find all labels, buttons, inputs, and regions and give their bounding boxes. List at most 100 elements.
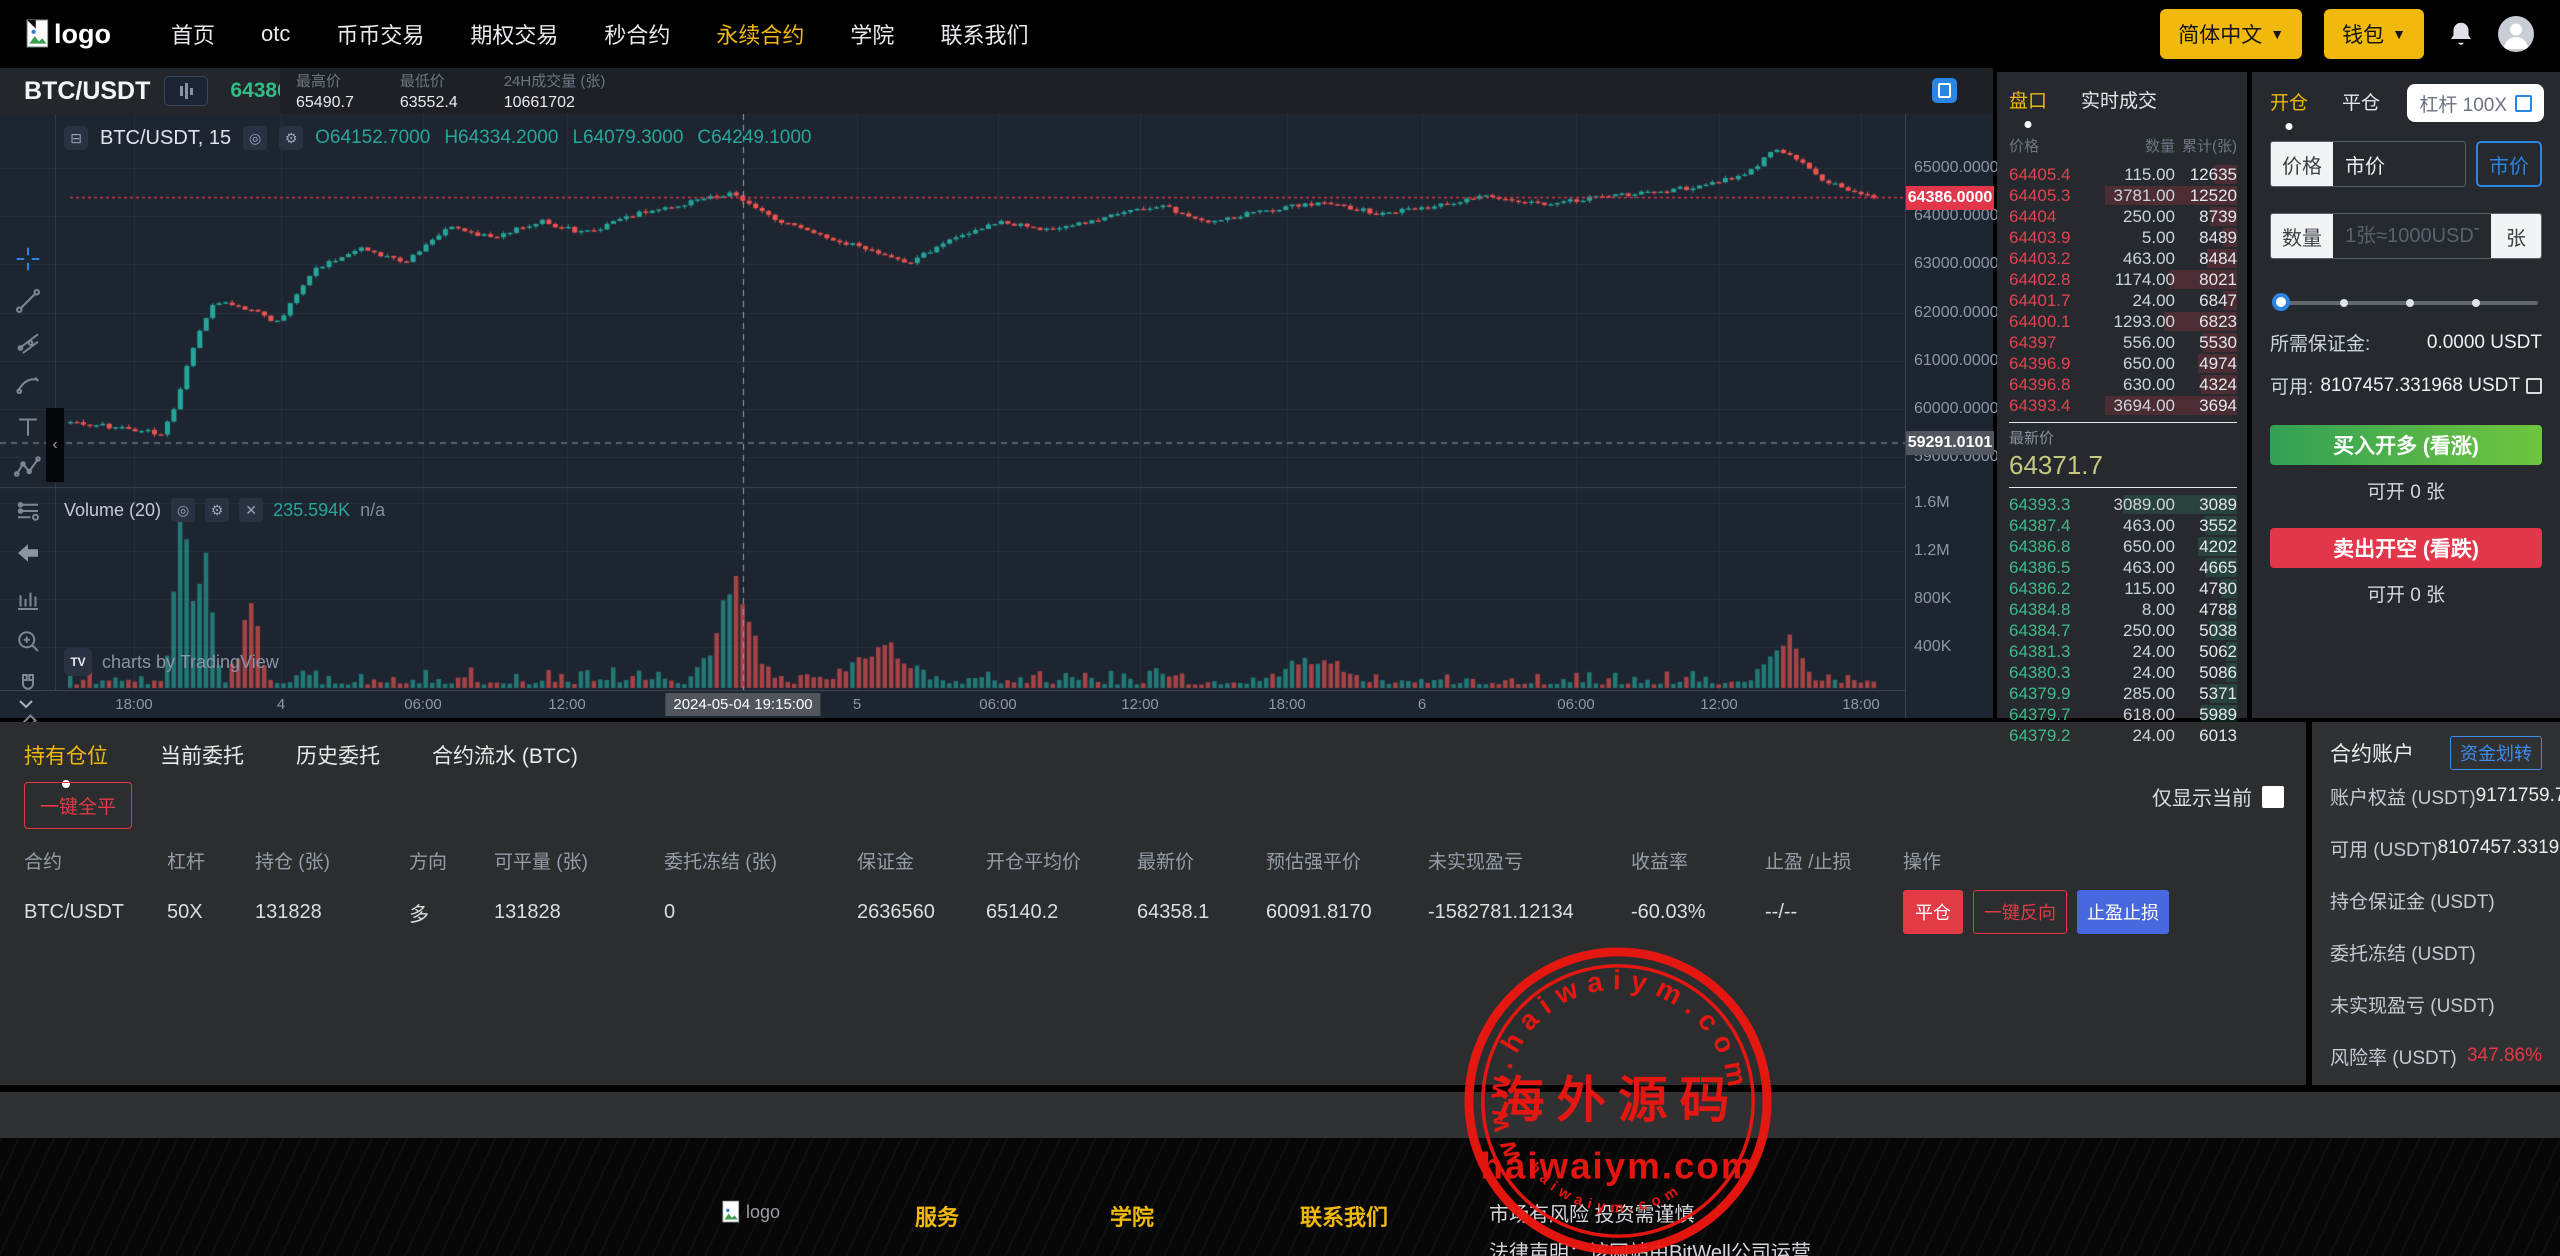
trade-tab[interactable]: 平仓	[2342, 88, 2380, 115]
price-axis-label: 63000.0000	[1914, 255, 1999, 273]
price-axis-label: 61000.0000	[1914, 352, 1999, 370]
show-current-checkbox[interactable]	[2262, 786, 2284, 808]
language-button[interactable]: 简体中文▼	[2160, 9, 2302, 59]
ask-row[interactable]: 64405.4 115.00 12635	[2009, 164, 2237, 185]
xabcd-pattern-tool-icon[interactable]	[13, 454, 43, 484]
bid-row[interactable]: 64379.7 618.00 5989	[2009, 704, 2237, 725]
ask-qty: 250.00	[2099, 207, 2175, 227]
footer-column-heading[interactable]: 学院	[1110, 1200, 1154, 1232]
ask-row[interactable]: 64404 250.00 8739	[2009, 206, 2237, 227]
nav-item[interactable]: 永续合约	[716, 18, 804, 50]
site-logo[interactable]: logo	[26, 19, 111, 50]
nav-item[interactable]: otc	[261, 21, 290, 47]
close-icon[interactable]: ✕	[239, 498, 263, 522]
ask-row[interactable]: 64400.1 1293.00 6823	[2009, 311, 2237, 332]
toolbar-collapse-handle[interactable]: ‹	[46, 408, 64, 482]
ask-row[interactable]: 64393.4 3694.00 3694	[2009, 395, 2237, 416]
ask-row[interactable]: 64402.8 1174.00 8021	[2009, 269, 2237, 290]
nav-item[interactable]: 秒合约	[604, 18, 670, 50]
nav-item[interactable]: 学院	[850, 18, 894, 50]
ticker-bar: BTC/USDT 64386$ +0.00% 最高价 65490.7 最低价 6…	[0, 68, 1993, 114]
ask-row[interactable]: 64397 556.00 5530	[2009, 332, 2237, 353]
slider-thumb[interactable]	[2272, 293, 2290, 311]
bar-pattern-tool-icon[interactable]	[13, 584, 43, 614]
buy-open-long-button[interactable]: 买入开多 (看涨)	[2270, 425, 2542, 465]
user-avatar[interactable]	[2498, 16, 2534, 52]
ask-price: 64397	[2009, 333, 2099, 353]
cell-position: 131828	[255, 901, 409, 924]
bid-row[interactable]: 64379.2 24.00 6013	[2009, 725, 2237, 746]
pair-selector-button[interactable]	[164, 76, 208, 106]
close-all-button[interactable]: 一键全平	[24, 782, 132, 829]
gear-icon[interactable]: ⚙	[205, 498, 229, 522]
bid-row[interactable]: 64386.2 115.00 4780	[2009, 578, 2237, 599]
gann-fan-tool-icon[interactable]	[13, 328, 43, 358]
forecast-tool-icon[interactable]	[13, 496, 43, 526]
bid-qty: 463.00	[2099, 558, 2175, 578]
brush-tool-icon[interactable]	[13, 370, 43, 400]
bid-row[interactable]: 64386.8 650.00 4202	[2009, 536, 2237, 557]
leverage-button[interactable]: 杠杆 100X	[2407, 84, 2544, 122]
positions-tab[interactable]: 合约流水 (BTC)	[432, 740, 578, 770]
nav-item[interactable]: 联系我们	[940, 18, 1028, 50]
quantity-field-label: 数量	[2271, 214, 2333, 258]
chart-expand-button[interactable]	[1932, 78, 1957, 103]
orderbook-tab[interactable]: 盘口	[2009, 86, 2047, 113]
positions-tab[interactable]: 历史委托	[296, 740, 380, 770]
bid-row[interactable]: 64381.3 24.00 5062	[2009, 641, 2237, 662]
quantity-input[interactable]	[2333, 214, 2491, 258]
candlestick-canvas[interactable]	[0, 114, 1905, 690]
amount-slider[interactable]	[2274, 293, 2538, 313]
ask-row[interactable]: 64401.7 24.00 6847	[2009, 290, 2237, 311]
back-arrow-icon[interactable]	[13, 538, 43, 568]
close-position-button[interactable]: 平仓	[1903, 890, 1963, 934]
ask-price: 64403.9	[2009, 228, 2099, 248]
positions-tab[interactable]: 持有仓位	[24, 740, 108, 770]
transfer-icon[interactable]	[2526, 378, 2542, 394]
trendline-tool-icon[interactable]	[13, 286, 43, 316]
eye-icon[interactable]: ◎	[171, 498, 195, 522]
bid-row[interactable]: 64386.5 463.00 4665	[2009, 557, 2237, 578]
market-price-button[interactable]: 市价	[2476, 141, 2542, 187]
orderbook-tab[interactable]: 实时成交	[2081, 86, 2157, 113]
price-input[interactable]	[2333, 142, 2465, 186]
volume-value: 235.594K	[273, 500, 350, 521]
time-axis-label: 12:00	[1121, 696, 1159, 713]
tpsl-button[interactable]: 止盈止损	[2077, 890, 2169, 934]
cell-unrealized-pnl: -1582781.12134	[1428, 901, 1631, 924]
gear-icon[interactable]: ⚙	[279, 126, 303, 150]
bid-row[interactable]: 64387.4 463.00 3552	[2009, 515, 2237, 536]
price-axis[interactable]: 65000.000064000.000063000.000062000.0000…	[1905, 114, 1993, 718]
ask-row[interactable]: 64396.9 650.00 4974	[2009, 353, 2237, 374]
collapse-legend-icon[interactable]: ⊟	[64, 126, 88, 150]
notification-bell-icon[interactable]	[2446, 19, 2476, 49]
zoom-in-icon[interactable]	[13, 626, 43, 656]
text-tool-icon[interactable]	[13, 412, 43, 442]
fund-transfer-link[interactable]: 资金划转	[2450, 736, 2542, 770]
wallet-button[interactable]: 钱包▼	[2324, 9, 2424, 59]
nav-item[interactable]: 币币交易	[336, 18, 424, 50]
nav-item[interactable]: 首页	[171, 18, 215, 50]
bid-row[interactable]: 64379.9 285.00 5371	[2009, 683, 2237, 704]
crosshair-tool-icon[interactable]	[13, 244, 43, 274]
ask-row[interactable]: 64396.8 630.00 4324	[2009, 374, 2237, 395]
ask-row[interactable]: 64403.2 463.00 8484	[2009, 248, 2237, 269]
sell-open-short-button[interactable]: 卖出开空 (看跌)	[2270, 528, 2542, 568]
bid-row[interactable]: 64380.3 24.00 5086	[2009, 662, 2237, 683]
bid-row[interactable]: 64384.7 250.00 5038	[2009, 620, 2237, 641]
footer-column-heading[interactable]: 服务	[915, 1200, 959, 1232]
time-axis[interactable]: 18:00406:0012:00506:0012:0018:00606:0012…	[0, 690, 1905, 718]
ask-row[interactable]: 64403.9 5.00 8489	[2009, 227, 2237, 248]
eye-icon[interactable]: ◎	[243, 126, 267, 150]
trade-tab[interactable]: 开仓	[2270, 88, 2308, 115]
tradingview-attribution[interactable]: TV charts by TradingView	[64, 648, 279, 676]
bid-row[interactable]: 64393.3 3089.00 3089	[2009, 494, 2237, 515]
positions-tab[interactable]: 当前委托	[160, 740, 244, 770]
ask-row[interactable]: 64405.3 3781.00 12520	[2009, 185, 2237, 206]
collapse-panel-chevron-icon[interactable]	[14, 692, 38, 721]
account-row-label: 持仓保证金 (USDT)	[2330, 887, 2495, 914]
footer-column-heading[interactable]: 联系我们	[1300, 1200, 1388, 1232]
bid-row[interactable]: 64384.8 8.00 4788	[2009, 599, 2237, 620]
nav-item[interactable]: 期权交易	[470, 18, 558, 50]
reverse-position-button[interactable]: 一键反向	[1973, 890, 2067, 934]
